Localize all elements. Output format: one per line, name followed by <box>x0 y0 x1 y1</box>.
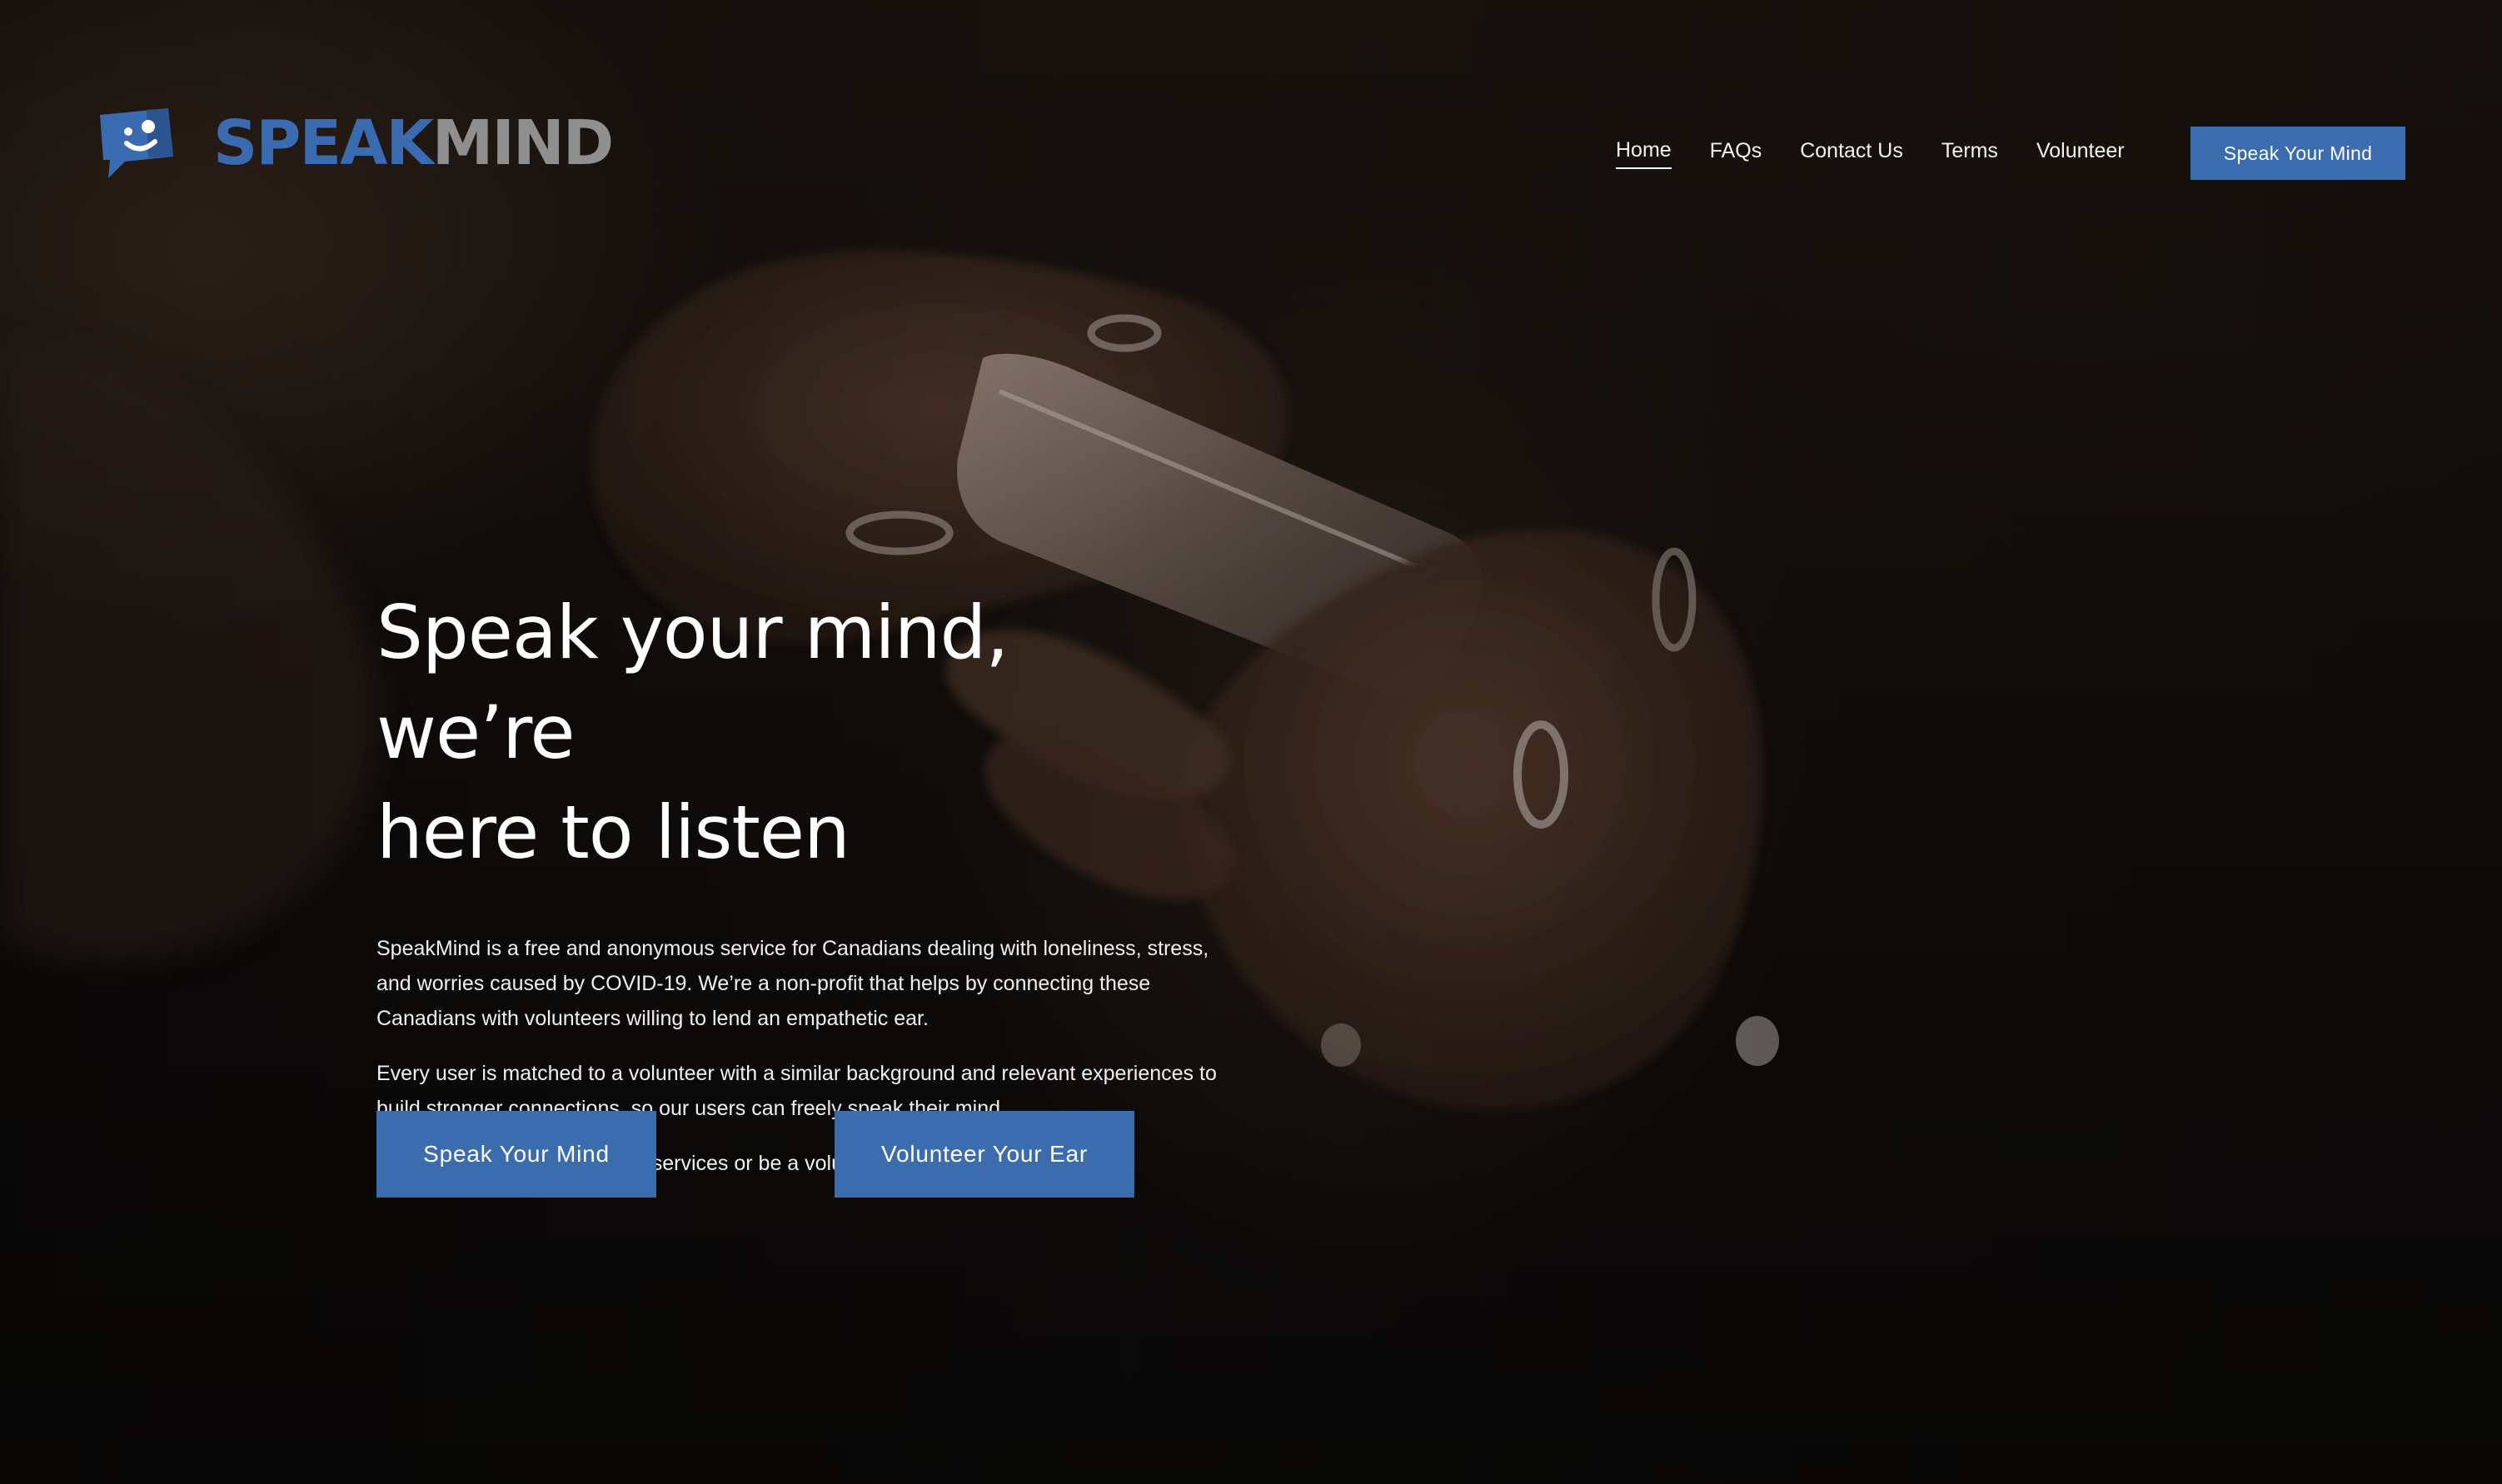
nav-item-volunteer[interactable]: Volunteer <box>2036 139 2125 168</box>
site-header: SPEAKMIND Home FAQs Contact Us Terms Vol… <box>0 0 2502 200</box>
speak-your-mind-button[interactable]: Speak Your Mind <box>376 1111 656 1198</box>
header-speak-your-mind-button[interactable]: Speak Your Mind <box>2190 127 2405 180</box>
volunteer-your-ear-button[interactable]: Volunteer Your Ear <box>835 1111 1134 1198</box>
hero-headline: Speak your mind, we’re here to listen <box>376 583 1209 883</box>
hero-section: Speak your mind, we’re here to listen Sp… <box>376 583 1276 1201</box>
nav-item-faqs[interactable]: FAQs <box>1710 139 1762 168</box>
hero-intro-paragraph: SpeakMind is a free and anonymous servic… <box>376 937 1209 1030</box>
main-nav: Home FAQs Contact Us Terms Volunteer <box>1616 138 2125 169</box>
nav-item-contact-us[interactable]: Contact Us <box>1800 139 1903 168</box>
nav-item-terms[interactable]: Terms <box>1941 139 1998 168</box>
logo-wordmark-mind: MIND <box>431 107 615 179</box>
chat-bubble-face-icon <box>100 108 173 178</box>
logo-wordmark: SPEAKMIND <box>213 112 614 174</box>
nav-item-home[interactable]: Home <box>1616 138 1672 169</box>
hero-headline-line-2: here to listen <box>376 789 850 875</box>
logo-wordmark-speak: SPEAK <box>213 107 434 179</box>
hero-headline-line-1: Speak your mind, we’re <box>376 590 1009 775</box>
site-logo[interactable]: SPEAKMIND <box>97 107 614 180</box>
hero-cta-row: Speak Your Mind Volunteer Your Ear <box>376 1111 1209 1198</box>
